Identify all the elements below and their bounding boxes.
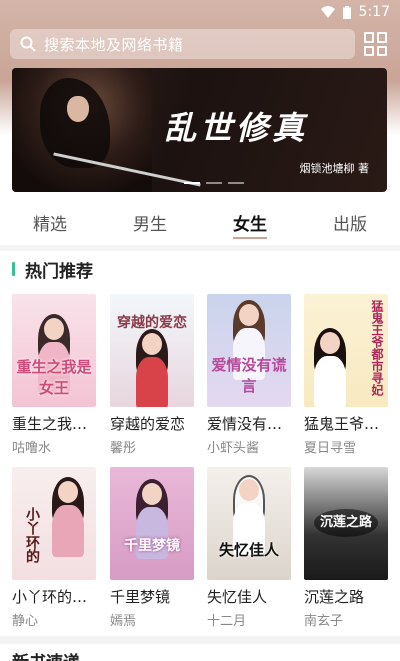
book-title: 沉莲之路 bbox=[304, 588, 365, 606]
book-author: 夏日寻雪 bbox=[304, 441, 357, 456]
book-title: 小丫环的… bbox=[12, 588, 88, 606]
status-time: 5:17 bbox=[358, 4, 390, 20]
book-author: 十二月 bbox=[207, 614, 247, 629]
book-card[interactable]: 千里梦镜 千里梦镜 嫣焉 bbox=[110, 467, 194, 629]
wifi-icon bbox=[320, 6, 335, 18]
book-cover: 失忆佳人 bbox=[207, 467, 291, 580]
book-author: 静心 bbox=[12, 614, 39, 629]
book-cover: 小丫环的 bbox=[12, 467, 96, 580]
battery-icon bbox=[342, 5, 351, 19]
section-header-new: 新书速递 bbox=[12, 648, 80, 661]
section-header-hot: 热门推荐 bbox=[12, 256, 93, 282]
book-card[interactable]: 失忆佳人 失忆佳人 十二月 bbox=[207, 467, 291, 629]
book-card[interactable]: 重生之我是女王 重生之我… 咕噜水 bbox=[12, 294, 96, 456]
book-title: 失忆佳人 bbox=[207, 588, 268, 606]
status-bar: 5:17 bbox=[0, 0, 400, 24]
tab-published[interactable]: 出版 bbox=[300, 200, 400, 240]
tab-male[interactable]: 男生 bbox=[100, 200, 200, 240]
divider bbox=[0, 636, 400, 644]
book-title: 爱情没有… bbox=[207, 415, 283, 433]
section-marker bbox=[12, 262, 15, 276]
book-cover: 沉莲之路 bbox=[304, 467, 388, 580]
book-card[interactable]: 猛鬼王爷都市寻妃 猛鬼王爷… 夏日寻雪 bbox=[304, 294, 388, 456]
grid-menu-icon[interactable] bbox=[364, 32, 388, 56]
book-title: 猛鬼王爷… bbox=[304, 415, 380, 433]
search-icon bbox=[20, 36, 36, 52]
tab-featured[interactable]: 精选 bbox=[0, 200, 100, 240]
cover-title: 爱情没有谎言 bbox=[211, 356, 287, 395]
book-cover: 爱情没有谎言 bbox=[207, 294, 291, 407]
book-card[interactable]: 穿越的爱恋 穿越的爱恋 馨彤 bbox=[110, 294, 194, 456]
divider bbox=[0, 245, 400, 251]
banner-dot bbox=[228, 182, 244, 184]
search-row: 搜索本地及网络书籍 bbox=[10, 29, 390, 59]
book-card[interactable]: 小丫环的 小丫环的… 静心 bbox=[12, 467, 96, 629]
cover-title: 沉莲之路 bbox=[314, 509, 378, 537]
book-author: 嫣焉 bbox=[110, 614, 137, 629]
book-card[interactable]: 爱情没有谎言 爱情没有… 小虾头酱 bbox=[207, 294, 291, 456]
book-cover: 重生之我是女王 bbox=[12, 294, 96, 407]
banner-author: 烟锁池塘柳 著 bbox=[299, 162, 370, 175]
banner-dot bbox=[206, 182, 222, 184]
category-tabs: 精选 男生 女生 出版 bbox=[0, 200, 400, 240]
book-title: 穿越的爱恋 bbox=[110, 415, 186, 433]
cover-title: 重生之我是女王 bbox=[16, 358, 92, 397]
book-title: 重生之我… bbox=[12, 415, 88, 433]
book-cover: 猛鬼王爷都市寻妃 bbox=[304, 294, 388, 407]
banner-indicator bbox=[184, 182, 244, 184]
cover-title: 小丫环的 bbox=[24, 507, 40, 563]
book-author: 咕噜水 bbox=[12, 441, 52, 456]
search-input[interactable]: 搜索本地及网络书籍 bbox=[10, 29, 355, 59]
book-author: 南玄子 bbox=[304, 614, 344, 629]
cover-title: 猛鬼王爷都市寻妃 bbox=[370, 300, 384, 396]
section-title: 热门推荐 bbox=[25, 261, 93, 282]
book-cover: 千里梦镜 bbox=[110, 467, 194, 580]
banner-title: 乱世修真 bbox=[164, 109, 309, 147]
book-cover: 穿越的爱恋 bbox=[110, 294, 194, 407]
cover-title: 千里梦镜 bbox=[124, 538, 180, 554]
tab-female[interactable]: 女生 bbox=[200, 200, 300, 240]
book-card[interactable]: 沉莲之路 沉莲之路 南玄子 bbox=[304, 467, 388, 629]
book-author: 馨彤 bbox=[110, 441, 137, 456]
banner-illustration bbox=[12, 68, 201, 192]
banner-dot bbox=[184, 182, 200, 184]
search-placeholder: 搜索本地及网络书籍 bbox=[44, 35, 184, 54]
cover-title: 失忆佳人 bbox=[218, 541, 279, 559]
banner-carousel[interactable]: 乱世修真 烟锁池塘柳 著 bbox=[12, 68, 387, 192]
book-author: 小虾头酱 bbox=[207, 441, 260, 456]
book-title: 千里梦镜 bbox=[110, 588, 171, 606]
